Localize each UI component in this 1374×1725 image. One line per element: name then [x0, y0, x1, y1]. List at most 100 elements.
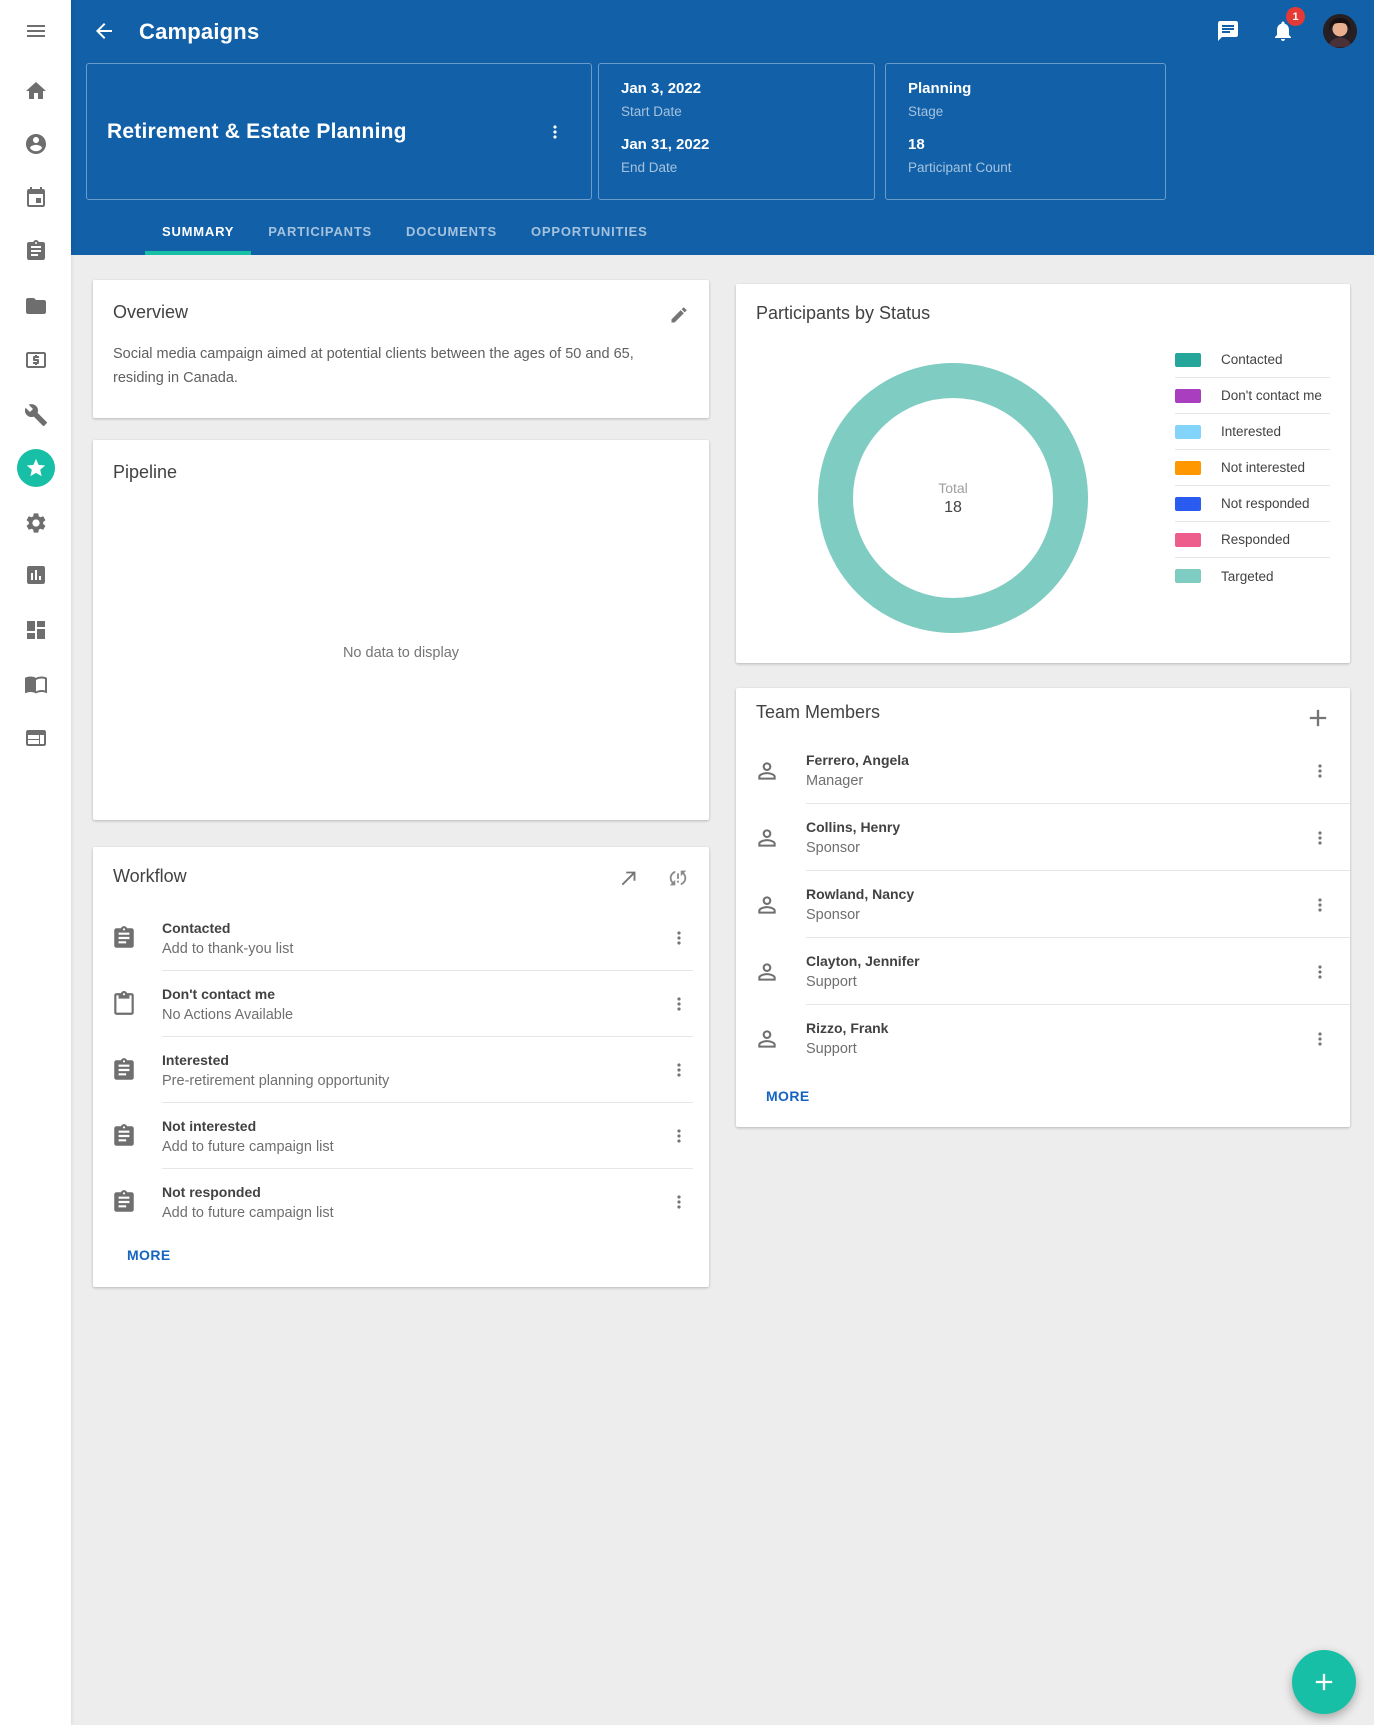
chat-icon — [1216, 19, 1240, 43]
sidebar-item-library[interactable] — [16, 664, 56, 704]
active-item-highlight — [17, 449, 55, 487]
start-date-value: Jan 3, 2022 — [621, 80, 852, 97]
tab-opportunities[interactable]: OPPORTUNITIES — [514, 207, 665, 255]
team-member-row[interactable]: Collins, Henry Sponsor — [736, 804, 1350, 871]
team-member-menu-button[interactable] — [1310, 761, 1330, 781]
team-member-menu-button[interactable] — [1310, 962, 1330, 982]
add-team-member-button[interactable] — [1304, 704, 1332, 732]
app-header: Campaigns 1 Retirement & Estate Planning… — [71, 0, 1374, 255]
legend-item[interactable]: Not interested — [1175, 450, 1330, 486]
sidebar-item-settings[interactable] — [16, 503, 56, 543]
end-date-value: Jan 31, 2022 — [621, 136, 852, 153]
open-arrow-icon[interactable] — [618, 867, 640, 889]
campaign-name-card: Retirement & Estate Planning — [86, 63, 592, 200]
team-member-row[interactable]: Rowland, Nancy Sponsor — [736, 871, 1350, 938]
avatar-image — [1323, 14, 1357, 48]
legend-item[interactable]: Not responded — [1175, 486, 1330, 522]
workflow-card: Workflow Contacted Add to thank-you list… — [93, 847, 709, 1287]
legend-swatch — [1175, 425, 1201, 439]
team-member-menu-button[interactable] — [1310, 828, 1330, 848]
workflow-item-subtitle: Add to future campaign list — [162, 1139, 334, 1155]
participants-chart-title: Participants by Status — [756, 303, 930, 324]
workflow-item-subtitle: Add to future campaign list — [162, 1205, 334, 1221]
sidebar-item-campaigns-active[interactable] — [16, 448, 56, 488]
workflow-item-menu-button[interactable] — [669, 1126, 689, 1146]
team-member-row[interactable]: Clayton, Jennifer Support — [736, 938, 1350, 1005]
legend-item[interactable]: Responded — [1175, 522, 1330, 558]
sidebar-item-tools[interactable] — [16, 395, 56, 435]
legend-item[interactable]: Don't contact me — [1175, 378, 1330, 414]
legend-item[interactable]: Interested — [1175, 414, 1330, 450]
team-member-row[interactable]: Rizzo, Frank Support — [736, 1005, 1350, 1072]
participants-chart-header: Participants by Status — [736, 284, 1350, 342]
workflow-item-menu-button[interactable] — [669, 928, 689, 948]
donut-center-value: 18 — [944, 499, 962, 517]
team-member-menu-button[interactable] — [1310, 895, 1330, 915]
sidebar-item-documents[interactable] — [16, 286, 56, 326]
tab-documents[interactable]: DOCUMENTS — [389, 207, 514, 255]
workflow-item[interactable]: Not interested Add to future campaign li… — [93, 1103, 709, 1169]
sidebar-item-money[interactable] — [16, 340, 56, 380]
app-root: Campaigns 1 Retirement & Estate Planning… — [0, 0, 1374, 1725]
legend-item[interactable]: Contacted — [1175, 342, 1330, 378]
dashboard-icon — [24, 618, 48, 642]
pencil-icon — [669, 305, 689, 325]
back-button[interactable] — [92, 19, 116, 43]
team-member-menu-button[interactable] — [1310, 1029, 1330, 1049]
legend-swatch — [1175, 569, 1201, 583]
chat-button[interactable] — [1216, 19, 1240, 43]
page-title: Campaigns — [139, 0, 259, 63]
workflow-item-menu-button[interactable] — [669, 1060, 689, 1080]
workflow-item[interactable]: Don't contact me No Actions Available — [93, 971, 709, 1037]
sidebar — [0, 0, 71, 1725]
menu-button[interactable] — [16, 11, 56, 51]
campaigns-star-icon — [25, 457, 47, 479]
clipboard-filled-icon — [111, 1189, 137, 1215]
bar-chart-icon — [24, 563, 48, 587]
sidebar-item-home[interactable] — [16, 71, 56, 111]
team-member-row[interactable]: Ferrero, Angela Manager — [736, 737, 1350, 804]
legend-label: Contacted — [1221, 352, 1283, 367]
workflow-more-button[interactable]: MORE — [127, 1247, 171, 1263]
user-avatar[interactable] — [1323, 14, 1357, 48]
workflow-item-title: Interested — [162, 1052, 389, 1068]
legend-label: Interested — [1221, 424, 1281, 439]
edit-overview-button[interactable] — [669, 305, 689, 325]
team-members-more-button[interactable]: MORE — [766, 1088, 810, 1104]
workflow-item-menu-button[interactable] — [669, 994, 689, 1014]
back-arrow-icon — [92, 19, 116, 43]
sidebar-item-dashboard[interactable] — [16, 610, 56, 650]
start-date-label: Start Date — [621, 104, 852, 119]
workflow-item[interactable]: Not responded Add to future campaign lis… — [93, 1169, 709, 1235]
workflow-item-menu-button[interactable] — [669, 1192, 689, 1212]
folder-icon — [24, 294, 48, 318]
sidebar-item-accounts[interactable] — [16, 718, 56, 758]
workflow-item-title: Don't contact me — [162, 986, 293, 1002]
legend-label: Don't contact me — [1221, 388, 1322, 403]
gear-icon — [24, 511, 48, 535]
sidebar-item-reports[interactable] — [16, 555, 56, 595]
tab-participants[interactable]: PARTICIPANTS — [251, 207, 389, 255]
legend-swatch — [1175, 533, 1201, 547]
person-icon — [754, 892, 780, 918]
workflow-item[interactable]: Interested Pre-retirement planning oppor… — [93, 1037, 709, 1103]
sidebar-item-tasks[interactable] — [16, 231, 56, 271]
add-fab-button[interactable] — [1292, 1650, 1356, 1714]
stage-value: Planning — [908, 80, 1143, 97]
sync-problem-icon[interactable] — [667, 867, 689, 889]
legend-item[interactable]: Targeted — [1175, 558, 1330, 594]
sidebar-item-contacts[interactable] — [16, 124, 56, 164]
team-member-name: Rizzo, Frank — [806, 1020, 888, 1036]
donut-chart[interactable]: Total 18 — [818, 363, 1088, 633]
notification-badge: 1 — [1286, 7, 1305, 26]
home-icon — [24, 79, 48, 103]
sidebar-item-calendar[interactable] — [16, 178, 56, 218]
legend-swatch — [1175, 461, 1201, 475]
campaign-menu-button[interactable] — [545, 122, 565, 142]
team-member-name: Collins, Henry — [806, 819, 900, 835]
workflow-item[interactable]: Contacted Add to thank-you list — [93, 905, 709, 971]
participants-by-status-card: Participants by Status Total 18 Contacte… — [736, 284, 1350, 663]
participant-count-value: 18 — [908, 136, 1143, 153]
workflow-item-subtitle: Add to thank-you list — [162, 941, 293, 957]
tab-summary[interactable]: SUMMARY — [145, 207, 251, 255]
